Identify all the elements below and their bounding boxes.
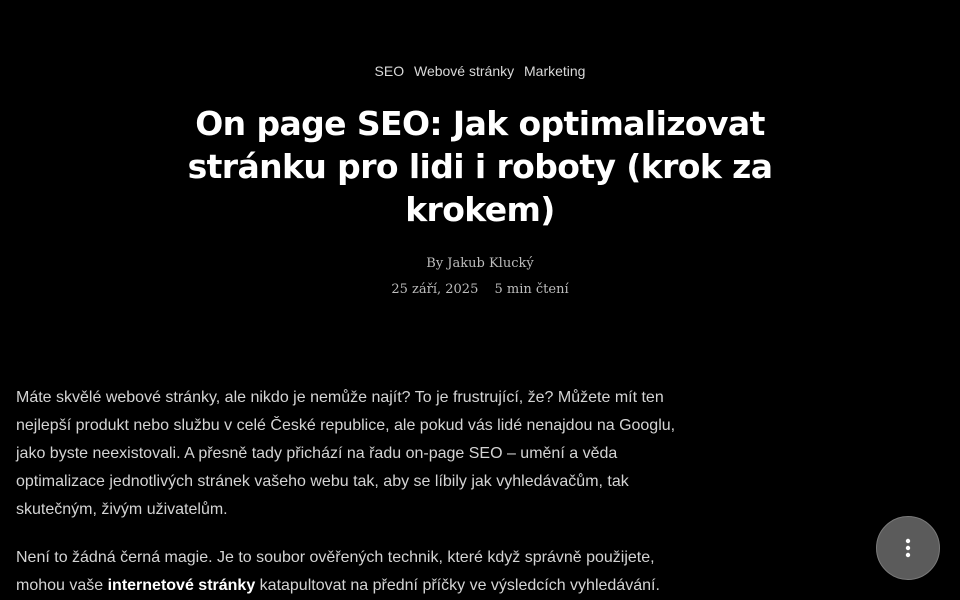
bold-keyword: internetové stránky: [107, 577, 256, 594]
vertical-dots-icon: [905, 538, 911, 558]
article-body: Máte skvělé webové stránky, ale nikdo je…: [16, 384, 684, 600]
author-byline: By Jakub Klucký: [426, 256, 534, 271]
article-paragraph: Není to žádná černá magie. Je to soubor …: [16, 544, 684, 600]
article-title: On page SEO: Jak optimalizovat stránku p…: [187, 104, 773, 229]
tag-link[interactable]: SEO: [375, 63, 405, 79]
read-time: 5 min čtení: [494, 282, 569, 297]
more-options-button[interactable]: [876, 516, 940, 580]
paragraph-text: katapultovat na přední příčky ve výsledc…: [255, 577, 660, 594]
publish-date: 25 září, 2025: [391, 282, 479, 297]
article-paragraph: Máte skvělé webové stránky, ale nikdo je…: [16, 389, 676, 518]
article-meta: 25 září, 2025 5 min čtení: [0, 280, 960, 300]
tag-link[interactable]: Marketing: [524, 63, 585, 79]
category-tags: SEO Webové stránky Marketing: [0, 61, 960, 81]
tag-link[interactable]: Webové stránky: [414, 63, 514, 79]
